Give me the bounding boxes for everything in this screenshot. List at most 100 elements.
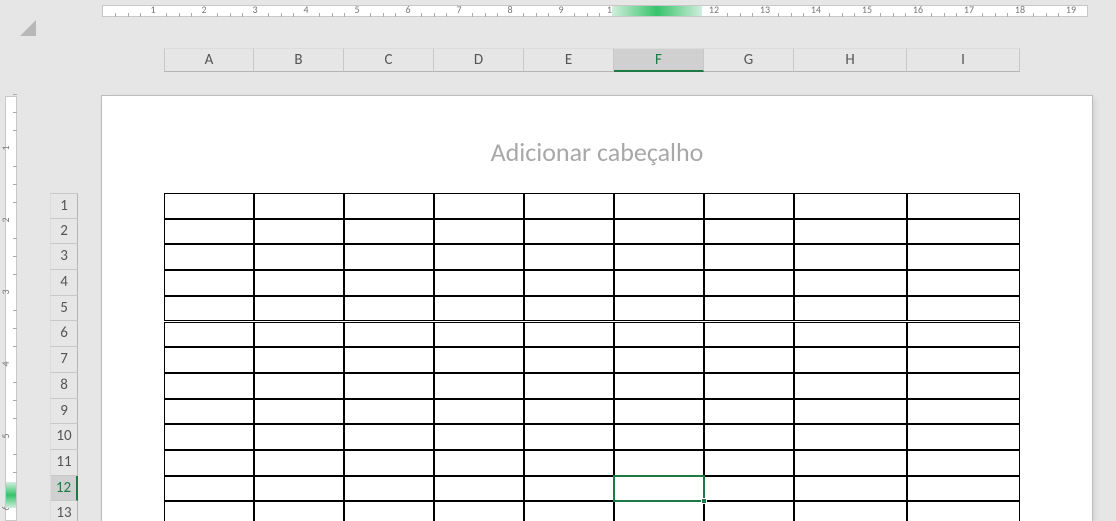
- cell-G2[interactable]: [704, 219, 794, 245]
- cell-I4[interactable]: [907, 270, 1020, 296]
- row-header-10[interactable]: 10: [50, 424, 78, 450]
- row-header-13[interactable]: 13: [50, 501, 78, 521]
- cell-E13[interactable]: [524, 501, 614, 521]
- cell-D5[interactable]: [434, 296, 524, 322]
- row-header-1[interactable]: 1: [50, 193, 78, 219]
- cell-B9[interactable]: [254, 399, 344, 425]
- cell-I9[interactable]: [907, 399, 1020, 425]
- cell-C10[interactable]: [344, 424, 434, 450]
- cell-F6[interactable]: [614, 322, 704, 348]
- cell-H2[interactable]: [794, 219, 907, 245]
- cell-I1[interactable]: [907, 193, 1020, 219]
- cell-C5[interactable]: [344, 296, 434, 322]
- cell-B13[interactable]: [254, 501, 344, 521]
- cell-E10[interactable]: [524, 424, 614, 450]
- cell-E3[interactable]: [524, 244, 614, 270]
- cell-B5[interactable]: [254, 296, 344, 322]
- cell-I12[interactable]: [907, 476, 1020, 502]
- cell-G9[interactable]: [704, 399, 794, 425]
- cell-H7[interactable]: [794, 347, 907, 373]
- column-header-b[interactable]: B: [254, 48, 344, 72]
- column-header-f[interactable]: F: [614, 48, 704, 72]
- cell-B2[interactable]: [254, 219, 344, 245]
- cell-B3[interactable]: [254, 244, 344, 270]
- cell-F1[interactable]: [614, 193, 704, 219]
- cell-G13[interactable]: [704, 501, 794, 521]
- cell-H5[interactable]: [794, 296, 907, 322]
- row-header-12[interactable]: 12: [50, 476, 78, 502]
- cell-C13[interactable]: [344, 501, 434, 521]
- cell-G8[interactable]: [704, 373, 794, 399]
- cell-I13[interactable]: [907, 501, 1020, 521]
- cell-G12[interactable]: [704, 476, 794, 502]
- cell-D2[interactable]: [434, 219, 524, 245]
- cell-B6[interactable]: [254, 322, 344, 348]
- cell-H8[interactable]: [794, 373, 907, 399]
- cell-G1[interactable]: [704, 193, 794, 219]
- cell-F11[interactable]: [614, 450, 704, 476]
- cell-A1[interactable]: [164, 193, 254, 219]
- cell-A2[interactable]: [164, 219, 254, 245]
- vertical-ruler[interactable]: 123456: [0, 96, 22, 521]
- cell-D6[interactable]: [434, 322, 524, 348]
- row-header-8[interactable]: 8: [50, 373, 78, 399]
- cell-E11[interactable]: [524, 450, 614, 476]
- row-header-6[interactable]: 6: [50, 321, 78, 347]
- cell-E6[interactable]: [524, 322, 614, 348]
- cell-I11[interactable]: [907, 450, 1020, 476]
- cell-D12[interactable]: [434, 476, 524, 502]
- row-header-9[interactable]: 9: [50, 399, 78, 425]
- cell-F2[interactable]: [614, 219, 704, 245]
- cell-C7[interactable]: [344, 347, 434, 373]
- cell-H1[interactable]: [794, 193, 907, 219]
- cell-C4[interactable]: [344, 270, 434, 296]
- cell-H10[interactable]: [794, 424, 907, 450]
- cell-D7[interactable]: [434, 347, 524, 373]
- cell-C3[interactable]: [344, 244, 434, 270]
- cell-D8[interactable]: [434, 373, 524, 399]
- cell-A13[interactable]: [164, 501, 254, 521]
- cell-H11[interactable]: [794, 450, 907, 476]
- row-header-2[interactable]: 2: [50, 219, 78, 245]
- cell-B1[interactable]: [254, 193, 344, 219]
- cell-I5[interactable]: [907, 296, 1020, 322]
- cell-F9[interactable]: [614, 399, 704, 425]
- cell-I10[interactable]: [907, 424, 1020, 450]
- cell-D10[interactable]: [434, 424, 524, 450]
- cell-I3[interactable]: [907, 244, 1020, 270]
- cell-I8[interactable]: [907, 373, 1020, 399]
- column-header-i[interactable]: I: [907, 48, 1020, 72]
- cell-B10[interactable]: [254, 424, 344, 450]
- cell-G5[interactable]: [704, 296, 794, 322]
- cell-C8[interactable]: [344, 373, 434, 399]
- cell-I2[interactable]: [907, 219, 1020, 245]
- cell-G7[interactable]: [704, 347, 794, 373]
- column-header-a[interactable]: A: [164, 48, 254, 72]
- cell-E8[interactable]: [524, 373, 614, 399]
- cell-G4[interactable]: [704, 270, 794, 296]
- cell-B12[interactable]: [254, 476, 344, 502]
- cell-G10[interactable]: [704, 424, 794, 450]
- cell-H9[interactable]: [794, 399, 907, 425]
- cell-D13[interactable]: [434, 501, 524, 521]
- cell-A12[interactable]: [164, 476, 254, 502]
- cell-C1[interactable]: [344, 193, 434, 219]
- cell-D11[interactable]: [434, 450, 524, 476]
- cell-B8[interactable]: [254, 373, 344, 399]
- cell-D3[interactable]: [434, 244, 524, 270]
- cell-C6[interactable]: [344, 322, 434, 348]
- horizontal-ruler[interactable]: 12345678910111213141516171819: [78, 0, 1116, 22]
- cell-F8[interactable]: [614, 373, 704, 399]
- cell-A8[interactable]: [164, 373, 254, 399]
- cell-D4[interactable]: [434, 270, 524, 296]
- cell-G6[interactable]: [704, 322, 794, 348]
- cell-C2[interactable]: [344, 219, 434, 245]
- fill-handle[interactable]: [701, 498, 707, 504]
- column-header-g[interactable]: G: [704, 48, 794, 72]
- cell-A10[interactable]: [164, 424, 254, 450]
- cell-A7[interactable]: [164, 347, 254, 373]
- cell-E7[interactable]: [524, 347, 614, 373]
- cell-A3[interactable]: [164, 244, 254, 270]
- cell-H3[interactable]: [794, 244, 907, 270]
- row-header-3[interactable]: 3: [50, 244, 78, 270]
